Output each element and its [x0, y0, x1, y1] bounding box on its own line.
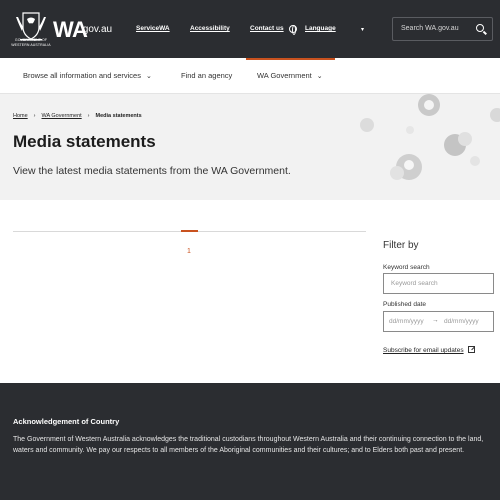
nav-item-label: Browse all information and services [23, 71, 141, 80]
nav-active-indicator [246, 58, 335, 60]
nav-item-find-agency[interactable]: Find an agency [181, 71, 232, 80]
page-subtitle: View the latest media statements from th… [13, 165, 291, 177]
decorative-circle [458, 132, 472, 146]
crest-caption: GOVERNMENT OF WESTERN AUSTRALIA [11, 38, 51, 47]
nav-item-label: WA Government [257, 71, 312, 80]
decorative-circle [490, 108, 500, 122]
date-to-field[interactable]: dd/mm/yyyy [444, 318, 479, 325]
search-placeholder: Search WA.gov.au [401, 25, 459, 32]
globe-icon [289, 25, 297, 35]
breadcrumb: Home › WA Government › Media statements [13, 113, 142, 119]
breadcrumb-home[interactable]: Home [13, 113, 28, 119]
page-title: Media statements [13, 132, 156, 151]
caret-down-icon[interactable]: ▾ [361, 26, 364, 33]
decorative-circle [390, 166, 404, 180]
keyword-search-input[interactable]: Keyword search [383, 273, 494, 294]
search-icon[interactable] [476, 24, 484, 32]
acknowledgement-title: Acknowledgement of Country [13, 417, 120, 426]
decorative-circle [406, 126, 414, 134]
subscribe-email-link[interactable]: Subscribe for email updates [383, 347, 464, 354]
breadcrumb-separator: › [33, 113, 36, 119]
hero-banner: Home › WA Government › Media statements Medi… [0, 94, 500, 200]
person-icon [404, 160, 414, 170]
nav-item-label: Find an agency [181, 71, 233, 80]
breadcrumb-wa-government[interactable]: WA Government [42, 113, 82, 119]
main-nav: Browse all information and services ⌄ Fin… [0, 58, 500, 94]
layers-icon [424, 100, 434, 110]
breadcrumb-current: Media statements [95, 113, 142, 119]
chevron-down-icon: ⌄ [316, 73, 323, 80]
keyword-label: Keyword search [383, 264, 430, 271]
site-header: GOVERNMENT OF WESTERN AUSTRALIA WA .gov.… [0, 0, 500, 58]
contact-us-link[interactable]: Contact us [250, 25, 284, 32]
nav-item-browse[interactable]: Browse all information and services ⌄ [23, 71, 152, 80]
pagination-page-1[interactable]: 1 [187, 248, 191, 255]
keyword-placeholder: Keyword search [391, 280, 438, 287]
published-date-label: Published date [383, 301, 427, 308]
arrow-right-icon: → [432, 317, 439, 324]
language-link[interactable]: Language [305, 25, 336, 32]
servicewa-link[interactable]: ServiceWA [136, 25, 170, 32]
nav-item-wa-government[interactable]: WA Government ⌄ [257, 71, 323, 80]
chevron-down-icon: ⌄ [145, 73, 152, 80]
date-from-field[interactable]: dd/mm/yyyy [389, 318, 424, 325]
filter-title: Filter by [383, 240, 419, 251]
published-date-range[interactable]: dd/mm/yyyy → dd/mm/yyyy [383, 311, 494, 332]
breadcrumb-separator: › [87, 113, 90, 119]
acknowledgement-text: The Government of Western Australia ackn… [13, 436, 484, 454]
site-logo-suffix[interactable]: .gov.au [80, 24, 112, 35]
accessibility-link[interactable]: Accessibility [190, 25, 230, 32]
site-footer: Acknowledgement of Country The Governmen… [0, 383, 500, 500]
decorative-circle [470, 156, 480, 166]
external-link-icon [468, 346, 475, 353]
pagination-indicator [181, 230, 198, 232]
search-input[interactable]: Search WA.gov.au [392, 17, 493, 41]
decorative-circle [360, 118, 374, 132]
